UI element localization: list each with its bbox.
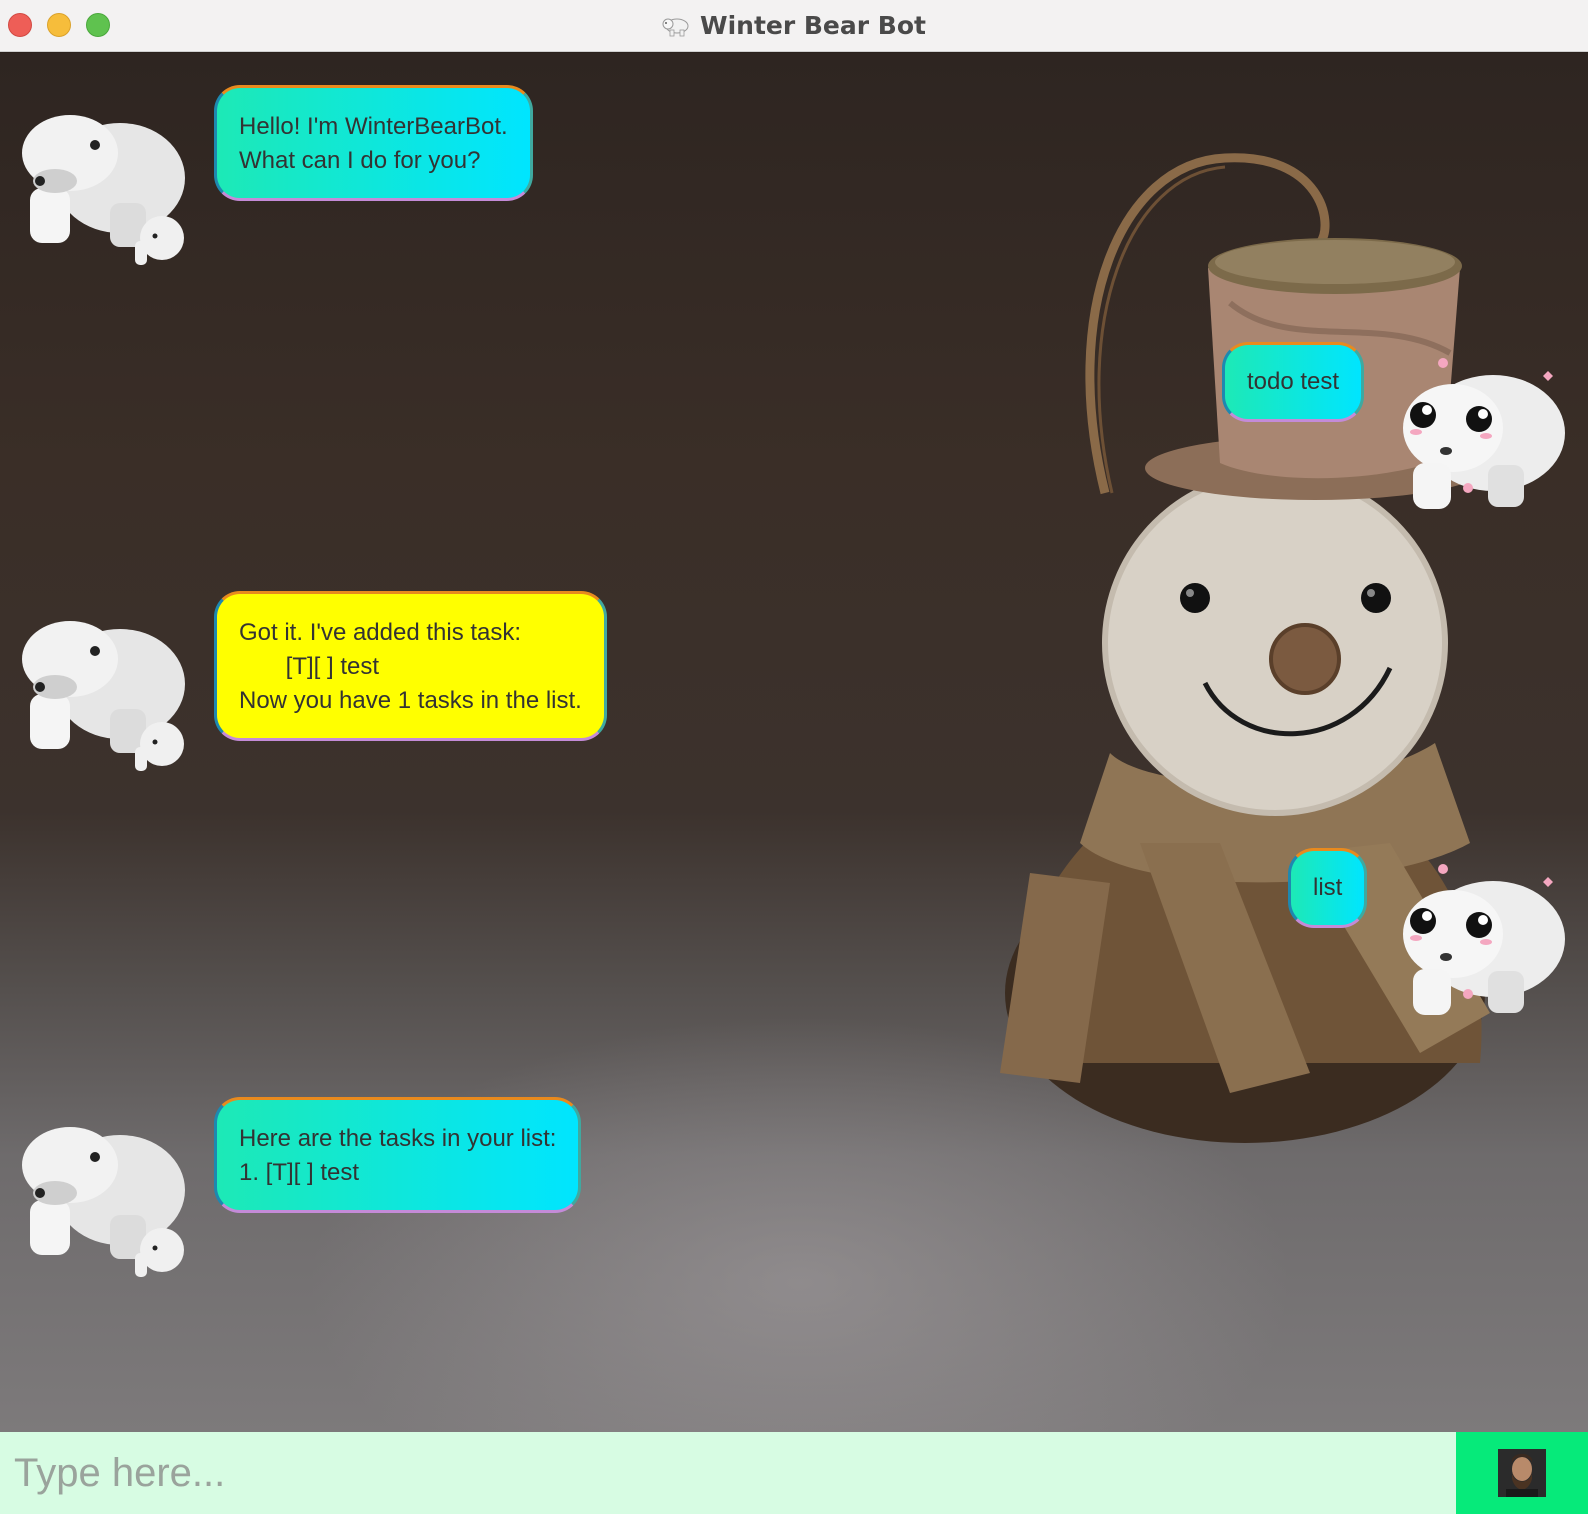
window-title: Winter Bear Bot: [700, 11, 926, 40]
send-button[interactable]: [1456, 1432, 1588, 1514]
minimize-window-button[interactable]: [47, 13, 71, 37]
user-avatar-icon: [1498, 1449, 1546, 1497]
bot-avatar-polar-bear: [22, 1127, 185, 1277]
snowman-background-image: [1000, 153, 1490, 1143]
bot-message-bubble: Hello! I'm WinterBearBot. What can I do …: [214, 85, 533, 201]
app-window: Winter Bear Bot Hello! I'm WinterBearBot…: [0, 0, 1588, 1514]
title-bar: Winter Bear Bot: [0, 0, 1588, 52]
bot-message-bubble: Got it. I've added this task: [T][ ] tes…: [214, 591, 607, 741]
bot-avatar-polar-bear: [22, 115, 185, 265]
user-avatar-cute-bear: [1403, 358, 1565, 509]
maximize-window-button[interactable]: [86, 13, 110, 37]
bot-message-bubble: Here are the tasks in your list: 1. [T][…: [214, 1097, 582, 1213]
chat-area[interactable]: Hello! I'm WinterBearBot. What can I do …: [0, 53, 1588, 1432]
polar-bear-icon: [662, 18, 689, 36]
input-bar: [0, 1432, 1588, 1514]
close-window-button[interactable]: [8, 13, 32, 37]
user-message-bubble: list: [1288, 848, 1368, 928]
user-message-bubble: todo test: [1222, 342, 1365, 422]
bot-avatar-polar-bear: [22, 621, 185, 771]
message-input[interactable]: [0, 1432, 1456, 1514]
window-controls: [8, 13, 110, 37]
user-avatar-cute-bear: [1403, 864, 1565, 1015]
